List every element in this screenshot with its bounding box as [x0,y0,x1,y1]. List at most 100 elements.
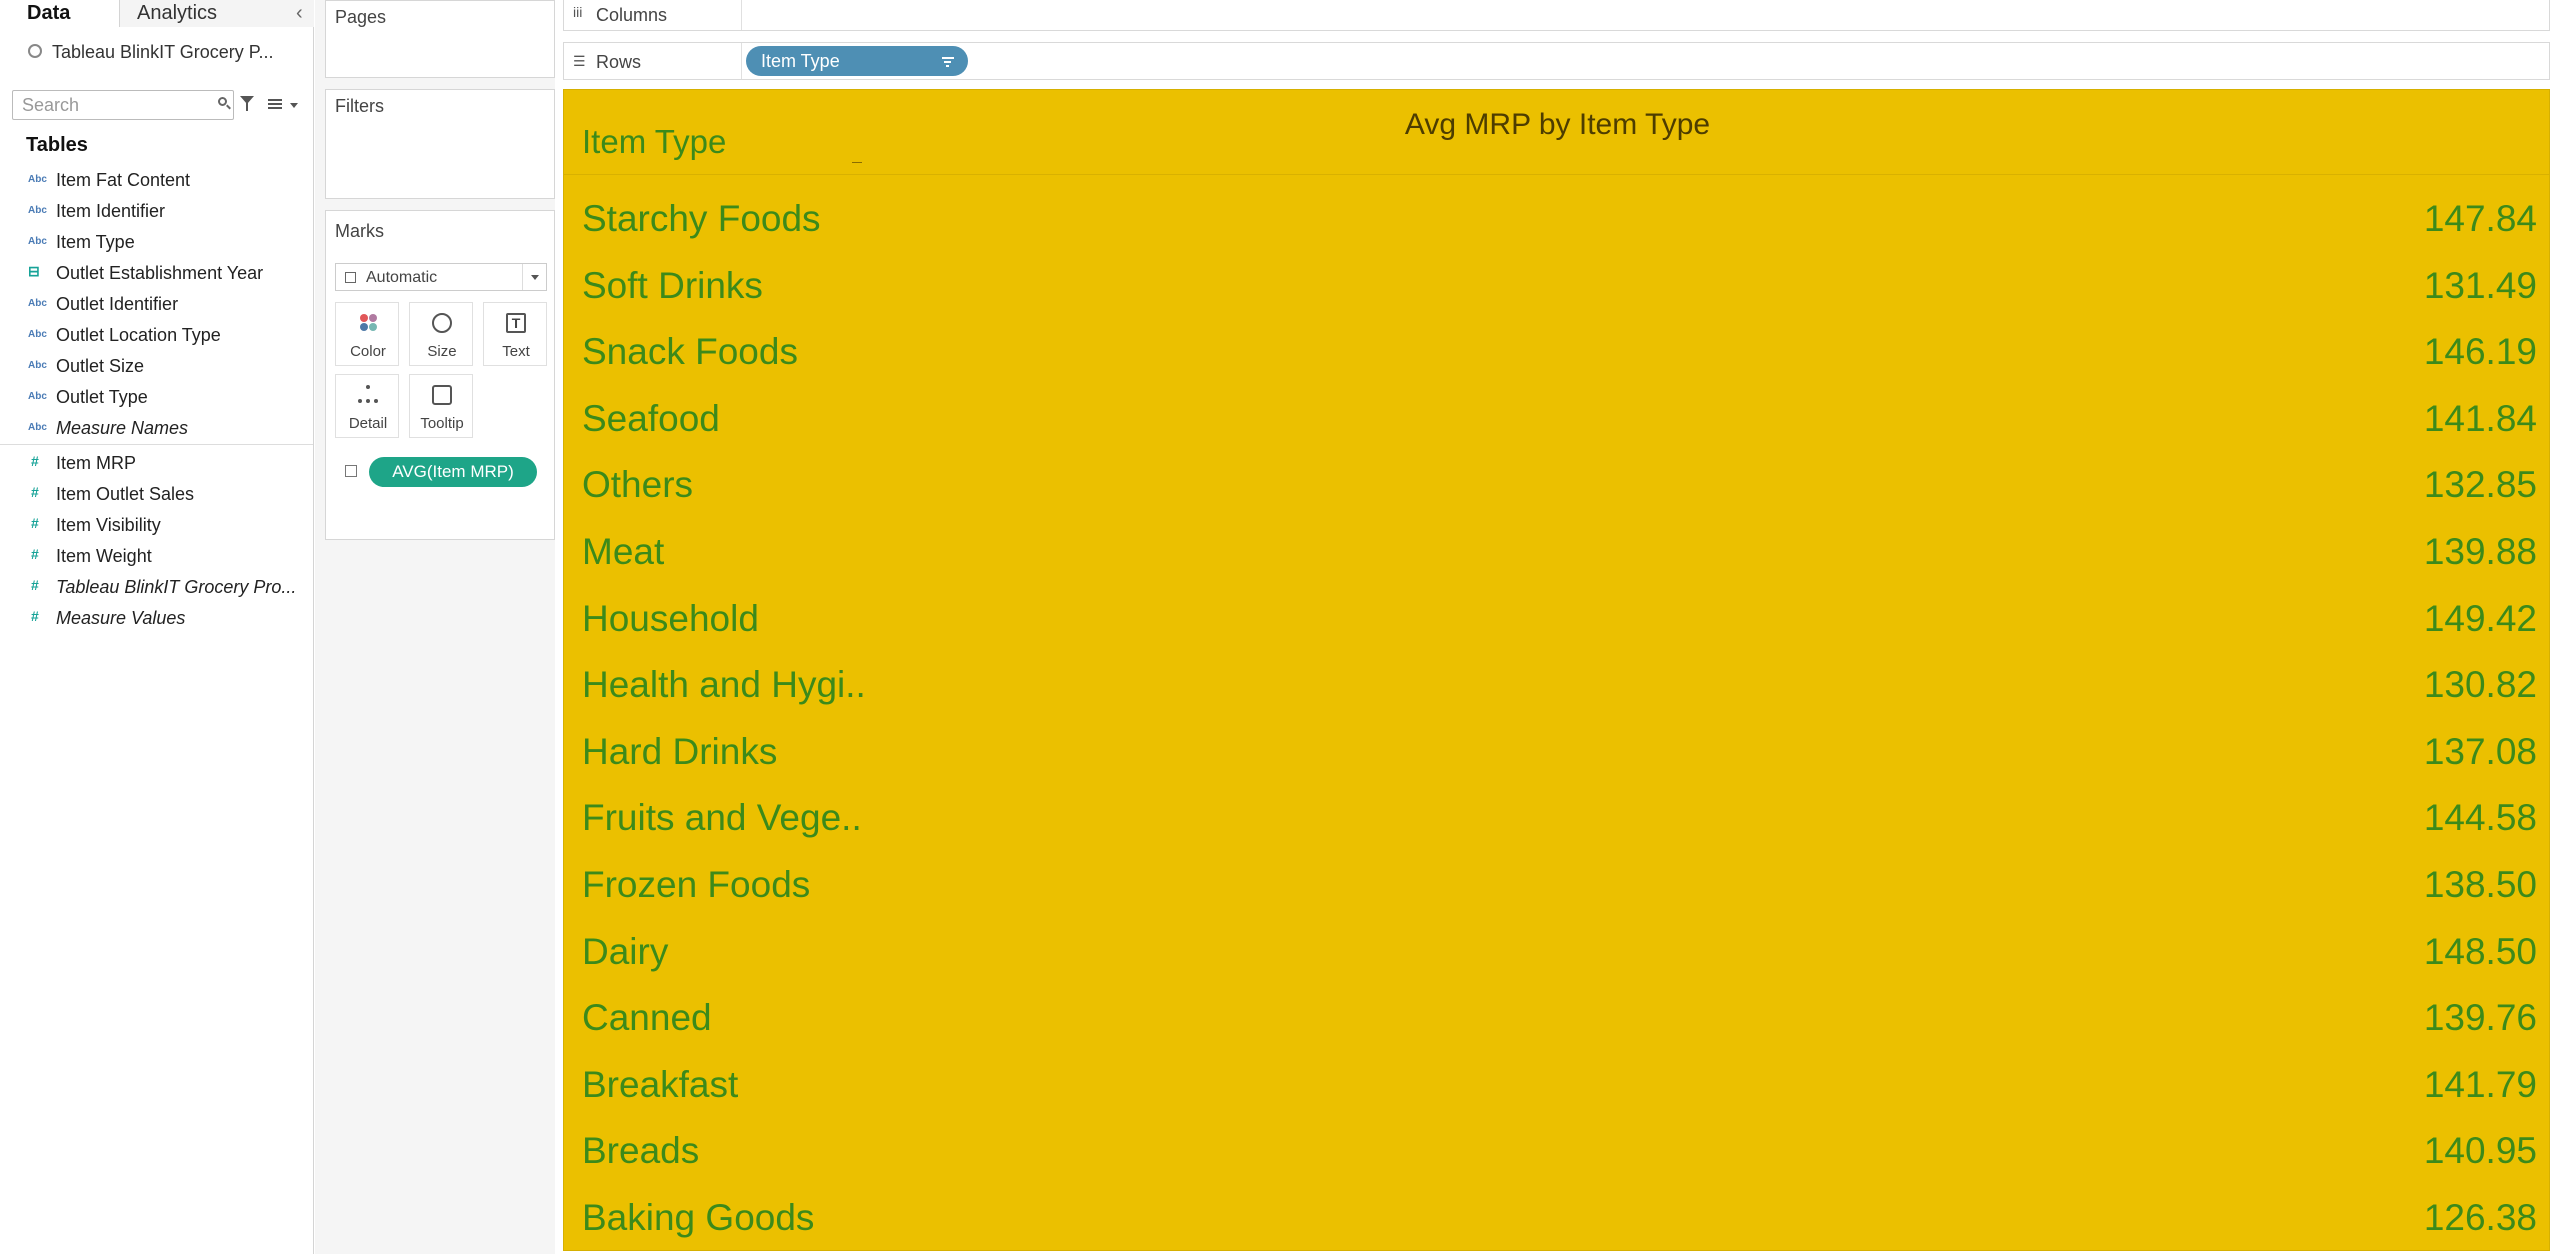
table-row[interactable]: Breads 140.95 [564,1120,2549,1186]
marks-title: Marks [335,221,384,241]
sort-icon[interactable] [942,57,954,67]
measure-icon: # [31,515,39,531]
measure-icon: # [31,546,39,562]
columns-label: Columns [596,5,668,25]
rows-label: Rows [596,52,642,72]
text-icon: T [506,313,526,333]
table-row[interactable]: Dairy 148.50 [564,921,2549,987]
measure-icon: # [31,484,39,500]
avg-mrp-cell: 139.76 [2423,997,2537,1039]
field-item[interactable]: Abc Outlet Type [0,382,313,413]
field-label: Measure Values [56,608,186,628]
item-type-cell: Hard Drinks [582,730,778,772]
table-row[interactable]: Baking Goods 126.38 [564,1187,2549,1250]
datasource-item[interactable]: Tableau BlinkIT Grocery P... [28,42,273,63]
table-row[interactable]: Meat 139.88 [564,521,2549,587]
detail-button[interactable]: Detail [335,374,399,438]
table-row[interactable]: Household 149.42 [564,588,2549,654]
row-header[interactable]: Item Type [582,130,726,162]
tab-analytics[interactable]: Analytics [120,0,314,27]
tab-data[interactable]: Data [0,0,120,27]
chevron-down-icon[interactable] [290,103,298,108]
chevron-down-icon[interactable] [522,264,546,290]
avg-mrp-cell: 149.42 [2423,597,2537,639]
color-button[interactable]: Color [335,302,399,366]
table-row[interactable]: Others 132.85 [564,454,2549,520]
field-label: Outlet Size [56,356,145,376]
field-label: Measure Names [56,418,189,438]
pages-title: Pages [335,7,387,27]
header-sort-icon[interactable] [852,162,862,170]
text-mark-icon [345,465,357,477]
field-item[interactable]: # Measure Values [0,603,313,634]
color-label: Color [350,343,386,360]
avg-mrp-cell: 138.50 [2423,864,2537,905]
text-label: Text [502,343,530,360]
field-item[interactable]: Abc Item Type [0,227,313,258]
table-row[interactable]: Health and Hygi.. 130.82 [564,654,2549,720]
avg-mrp-cell: 132.85 [2423,464,2537,506]
field-item[interactable]: Abc Outlet Size [0,351,313,382]
item-type-cell: Household [582,597,759,639]
item-type-cell: Canned [582,997,712,1039]
table-row[interactable]: Hard Drinks 137.08 [564,721,2549,787]
data-pane: Data Analytics ‹ Tableau BlinkIT Grocery… [0,0,314,1254]
datasource-label: Tableau BlinkIT Grocery P... [52,42,274,62]
field-item[interactable]: # Item MRP [0,448,313,479]
item-type-pill[interactable]: Item Type [746,46,968,76]
avg-item-mrp-pill[interactable]: AVG(Item MRP) [369,457,537,487]
table-row[interactable]: Snack Foods 146.19 [564,321,2549,387]
field-item[interactable]: Abc Measure Names [0,413,313,444]
detail-icon [358,385,378,405]
field-item[interactable]: Abc Item Fat Content [0,165,313,196]
table-row[interactable]: Fruits and Vege.. 144.58 [564,787,2549,853]
collapse-pane-icon[interactable]: ‹ [296,0,303,26]
string-icon: Abc [28,422,47,433]
tooltip-button[interactable]: Tooltip [409,374,473,438]
string-icon: Abc [28,298,47,309]
field-label: Item Identifier [56,201,166,221]
columns-shelf[interactable]: iii Columns [563,0,2550,31]
field-item[interactable]: # Item Weight [0,541,313,572]
table-row[interactable]: Frozen Foods 138.50 [564,854,2549,920]
search-input[interactable]: Search [12,90,234,120]
table-row[interactable]: Seafood 141.84 [564,388,2549,454]
avg-mrp-cell: 131.49 [2423,264,2537,306]
field-item[interactable]: Abc Outlet Location Type [0,320,313,351]
filter-icon[interactable] [240,96,254,111]
table-row[interactable]: Starchy Foods 147.84 [564,188,2549,254]
pages-card[interactable]: Pages [325,0,555,78]
item-type-cell: Frozen Foods [582,864,811,905]
mark-type-select[interactable]: Automatic [335,263,547,291]
string-icon: Abc [28,360,47,371]
avg-mrp-cell: 139.88 [2423,531,2537,572]
view-options-icon[interactable] [268,99,282,109]
table-row[interactable]: Canned 139.76 [564,987,2549,1053]
calendar-icon: ⊟ [28,263,40,279]
size-button[interactable]: Size [409,302,473,366]
item-type-cell: Dairy [582,930,669,972]
cards-area: Pages Filters Marks Automatic Color Size… [315,0,555,1254]
filters-title: Filters [335,96,384,116]
avg-mrp-cell: 141.79 [2423,1063,2537,1105]
table-row[interactable]: Soft Drinks 131.49 [564,255,2549,321]
field-item[interactable]: ⊟ Outlet Establishment Year [0,258,313,289]
measure-icon: # [31,608,39,624]
string-icon: Abc [28,329,47,340]
field-item[interactable]: # Tableau BlinkIT Grocery Pro... [0,572,313,603]
field-item[interactable]: # Item Visibility [0,510,313,541]
table-row[interactable]: Breakfast 141.79 [564,1054,2549,1120]
rows-label-cell: ☰ Rows [564,43,742,79]
text-button[interactable]: T Text [483,302,547,366]
field-label: Item Type [56,232,135,252]
avg-mrp-cell: 144.58 [2423,797,2537,839]
tooltip-icon [432,385,452,405]
search-placeholder: Search [22,95,80,115]
filters-card[interactable]: Filters [325,89,555,199]
field-item[interactable]: Abc Outlet Identifier [0,289,313,320]
chart-title: Avg MRP by Item Type [1404,108,1711,141]
string-icon: Abc [28,236,47,247]
field-item[interactable]: Abc Item Identifier [0,196,313,227]
field-item[interactable]: # Item Outlet Sales [0,479,313,510]
detail-label: Detail [348,415,388,432]
